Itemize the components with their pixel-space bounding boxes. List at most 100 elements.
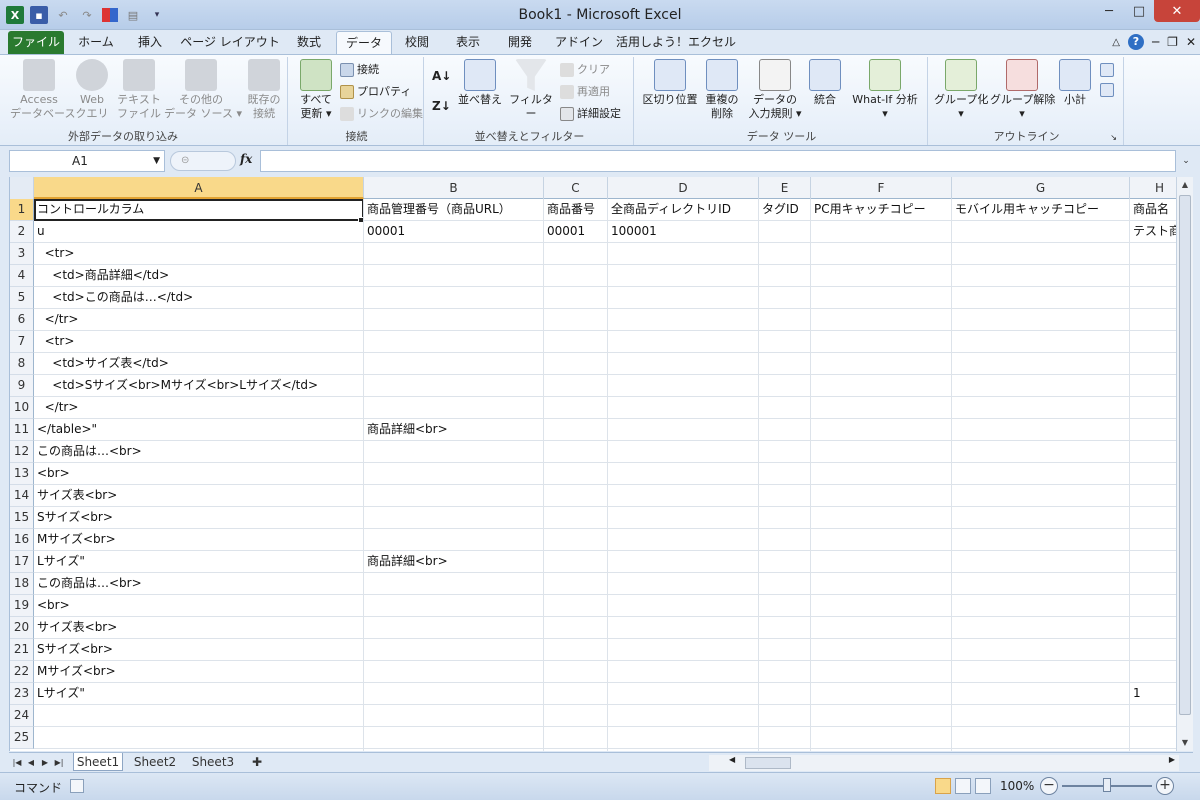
cell-c21[interactable] <box>544 639 608 661</box>
cell-a18[interactable]: この商品は…<br> <box>34 573 364 595</box>
cell-f6[interactable] <box>811 309 952 331</box>
cell-f12[interactable] <box>811 441 952 463</box>
cell-b11[interactable]: 商品詳細<br> <box>364 419 544 441</box>
cell-a4[interactable]: <td>商品詳細</td> <box>34 265 364 287</box>
cell-e6[interactable] <box>759 309 811 331</box>
cell-a21[interactable]: Sサイズ<br> <box>34 639 364 661</box>
row-header[interactable]: 13 <box>10 463 34 485</box>
cell-b7[interactable] <box>364 331 544 353</box>
cell-a17[interactable]: Lサイズ" <box>34 551 364 573</box>
cell-h11[interactable] <box>1130 419 1176 441</box>
cell-e17[interactable] <box>759 551 811 573</box>
cell-b3[interactable] <box>364 243 544 265</box>
cell-e4[interactable] <box>759 265 811 287</box>
cell-e5[interactable] <box>759 287 811 309</box>
row-header[interactable]: 14 <box>10 485 34 507</box>
cell-f14[interactable] <box>811 485 952 507</box>
zoom-slider-thumb[interactable] <box>1103 778 1111 792</box>
cell-d19[interactable] <box>608 595 759 617</box>
other-sources-button[interactable]: その他の データ ソース ▾ <box>164 59 242 121</box>
cell-a15[interactable]: Sサイズ<br> <box>34 507 364 529</box>
cell-c20[interactable] <box>544 617 608 639</box>
tab-addins[interactable]: アドイン <box>550 31 608 54</box>
cell-b5[interactable] <box>364 287 544 309</box>
data-validation-button[interactable]: データの 入力規則 ▾ <box>744 59 806 121</box>
row-header[interactable]: 24 <box>10 705 34 727</box>
cell-g17[interactable] <box>952 551 1130 573</box>
web-query-button[interactable]: Web クエリ <box>72 59 112 121</box>
cell-e15[interactable] <box>759 507 811 529</box>
row-header[interactable]: 25 <box>10 727 34 749</box>
cell-e7[interactable] <box>759 331 811 353</box>
column-header-b[interactable]: B <box>364 177 544 199</box>
cell-f15[interactable] <box>811 507 952 529</box>
cell-g10[interactable] <box>952 397 1130 419</box>
cell-c3[interactable] <box>544 243 608 265</box>
sort-button[interactable]: 並べ替え <box>458 59 502 107</box>
cell-a22[interactable]: Mサイズ<br> <box>34 661 364 683</box>
cell-b6[interactable] <box>364 309 544 331</box>
insert-sheet-icon[interactable]: ✚ <box>245 753 269 771</box>
cell-b16[interactable] <box>364 529 544 551</box>
cell-f11[interactable] <box>811 419 952 441</box>
cell-g8[interactable] <box>952 353 1130 375</box>
cell-b12[interactable] <box>364 441 544 463</box>
cell-c24[interactable] <box>544 705 608 727</box>
first-sheet-icon[interactable]: |◀ <box>11 755 23 771</box>
cell-e3[interactable] <box>759 243 811 265</box>
maximize-button[interactable]: □ <box>1124 0 1154 22</box>
cell-d13[interactable] <box>608 463 759 485</box>
cell-b18[interactable] <box>364 573 544 595</box>
cell-d24[interactable] <box>608 705 759 727</box>
sort-za-button[interactable]: Z↓ <box>432 97 451 115</box>
filter-button[interactable]: フィルター <box>506 59 556 121</box>
cell-g1[interactable]: モバイル用キャッチコピー <box>952 199 1130 221</box>
cell-f19[interactable] <box>811 595 952 617</box>
row-header[interactable]: 3 <box>10 243 34 265</box>
cell-g16[interactable] <box>952 529 1130 551</box>
cell-d11[interactable] <box>608 419 759 441</box>
tab-home[interactable]: ホーム <box>70 31 122 54</box>
tab-developer[interactable]: 開発 <box>498 31 542 54</box>
cell-b20[interactable] <box>364 617 544 639</box>
cell-d23[interactable] <box>608 683 759 705</box>
cell-b10[interactable] <box>364 397 544 419</box>
cell-h2[interactable]: テスト商 <box>1130 221 1176 243</box>
row-header[interactable]: 10 <box>10 397 34 419</box>
cell-f13[interactable] <box>811 463 952 485</box>
cell-f8[interactable] <box>811 353 952 375</box>
clear-button[interactable]: クリア <box>560 61 610 79</box>
page-break-view-icon[interactable] <box>975 778 991 794</box>
cell-d25[interactable] <box>608 727 759 749</box>
cell-d22[interactable] <box>608 661 759 683</box>
cell-d14[interactable] <box>608 485 759 507</box>
cell-b19[interactable] <box>364 595 544 617</box>
remove-duplicates-button[interactable]: 重複の 削除 <box>702 59 742 121</box>
cell-e13[interactable] <box>759 463 811 485</box>
sort-az-button[interactable]: A↓ <box>432 67 451 85</box>
cell-c23[interactable] <box>544 683 608 705</box>
cell-b4[interactable] <box>364 265 544 287</box>
tab-file[interactable]: ファイル <box>8 31 64 54</box>
cell-f21[interactable] <box>811 639 952 661</box>
column-header-d[interactable]: D <box>608 177 759 199</box>
sheet-tab-sheet2[interactable]: Sheet2 <box>129 753 181 771</box>
scroll-down-icon[interactable]: ▼ <box>1177 735 1193 751</box>
cell-e22[interactable] <box>759 661 811 683</box>
group-button[interactable]: グループ化 ▾ <box>934 59 988 121</box>
cell-a25[interactable] <box>34 727 364 749</box>
cell-h7[interactable] <box>1130 331 1176 353</box>
cell-b23[interactable] <box>364 683 544 705</box>
cell-d7[interactable] <box>608 331 759 353</box>
cell-c2[interactable]: 00001 <box>544 221 608 243</box>
cell-c9[interactable] <box>544 375 608 397</box>
cell-a7[interactable]: <tr> <box>34 331 364 353</box>
cell-e2[interactable] <box>759 221 811 243</box>
cell-f5[interactable] <box>811 287 952 309</box>
column-header-h[interactable]: H <box>1130 177 1176 199</box>
horizontal-scroll-thumb[interactable] <box>745 757 791 769</box>
cell-g14[interactable] <box>952 485 1130 507</box>
show-detail-button[interactable] <box>1100 61 1114 79</box>
cell-e10[interactable] <box>759 397 811 419</box>
row-header[interactable]: 22 <box>10 661 34 683</box>
